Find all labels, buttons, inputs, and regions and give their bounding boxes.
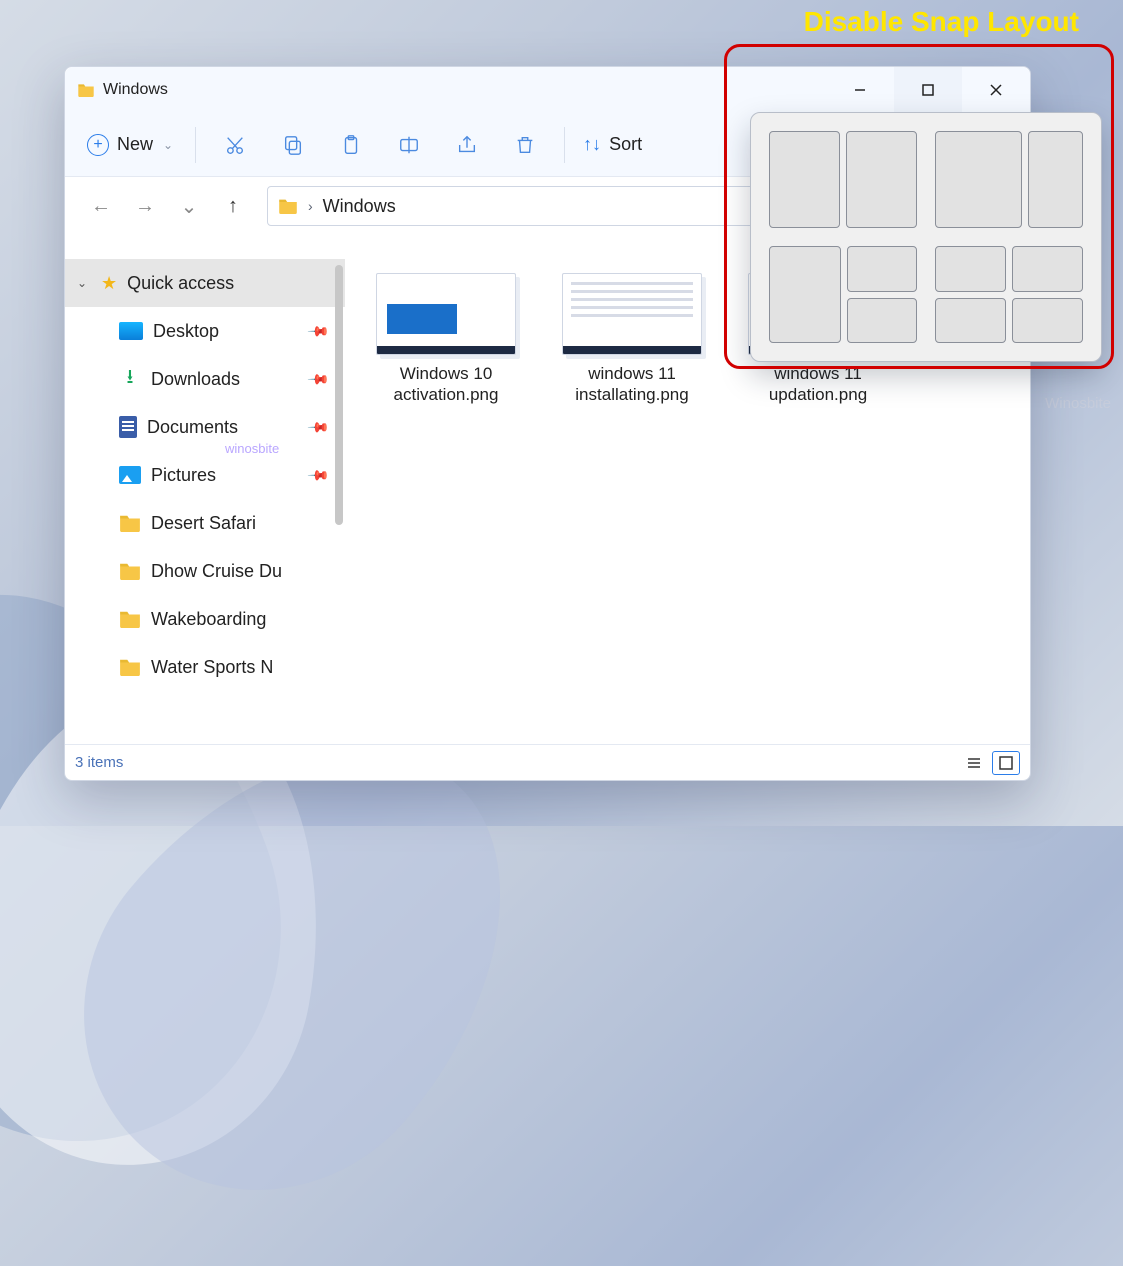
file-name: Windows 10 activation.png bbox=[371, 363, 521, 406]
sidebar-item-pictures[interactable]: Pictures 📌 bbox=[65, 451, 345, 499]
pin-icon: 📌 bbox=[306, 319, 330, 343]
snap-zone bbox=[847, 298, 917, 344]
status-bar: 3 items bbox=[65, 744, 1030, 780]
cut-button[interactable] bbox=[206, 123, 264, 167]
window-title: Windows bbox=[103, 81, 168, 99]
sidebar-item-label: Dhow Cruise Du bbox=[151, 561, 282, 582]
document-icon bbox=[119, 416, 137, 438]
pin-icon: 📌 bbox=[306, 367, 330, 391]
snap-layout-popup bbox=[750, 112, 1102, 362]
star-icon: ★ bbox=[101, 273, 117, 294]
snap-zone bbox=[935, 246, 1006, 292]
forward-button[interactable]: → bbox=[125, 186, 165, 226]
breadcrumb-location[interactable]: Windows bbox=[323, 196, 396, 217]
folder-icon bbox=[77, 83, 95, 97]
snap-zone bbox=[769, 246, 841, 343]
rename-button[interactable] bbox=[380, 123, 438, 167]
share-button[interactable] bbox=[438, 123, 496, 167]
sidebar-item-label: Pictures bbox=[151, 465, 216, 486]
recent-locations-button[interactable]: ⌄ bbox=[169, 186, 209, 226]
new-button-label: New bbox=[117, 134, 153, 155]
desktop-icon bbox=[119, 322, 143, 340]
pictures-icon bbox=[119, 466, 141, 484]
thumbnails-view-button[interactable] bbox=[992, 751, 1020, 775]
sidebar-item-wakeboarding[interactable]: Wakeboarding bbox=[65, 595, 345, 643]
sort-button[interactable]: ↑↓ Sort bbox=[575, 134, 650, 155]
file-thumbnail bbox=[376, 273, 516, 355]
sort-label: Sort bbox=[609, 134, 642, 155]
sidebar-item-label: Downloads bbox=[151, 369, 240, 390]
item-count: 3 items bbox=[75, 754, 123, 771]
download-icon: ⭳ bbox=[119, 368, 141, 390]
navigation-pane: ⌄ ★ Quick access Desktop📌⭳Downloads📌Docu… bbox=[65, 235, 345, 744]
breadcrumb-separator-icon: › bbox=[308, 198, 313, 214]
sidebar-item-label: Desktop bbox=[153, 321, 219, 342]
folder-icon bbox=[119, 514, 141, 532]
watermark-text: winosbite bbox=[225, 441, 279, 456]
snap-zone bbox=[847, 246, 917, 292]
chevron-down-icon: ⌄ bbox=[77, 276, 91, 290]
sidebar-item-label: Wakeboarding bbox=[151, 609, 266, 630]
snap-zone bbox=[846, 131, 917, 228]
maximize-button[interactable] bbox=[894, 67, 962, 113]
pin-icon: 📌 bbox=[306, 463, 330, 487]
snap-layout-option-split-wide[interactable] bbox=[935, 131, 1083, 228]
minimize-button[interactable] bbox=[826, 67, 894, 113]
snap-zone bbox=[1028, 131, 1083, 228]
snap-zone bbox=[935, 131, 1022, 228]
sidebar-item-documents[interactable]: Documents 📌 bbox=[65, 403, 345, 451]
sidebar-item-label: Water Sports N bbox=[151, 657, 273, 678]
window-controls bbox=[826, 67, 1030, 113]
file-thumbnail bbox=[562, 273, 702, 355]
snap-zone bbox=[1012, 298, 1083, 344]
paste-button[interactable] bbox=[322, 123, 380, 167]
sidebar-item-dhow-cruise-du[interactable]: Dhow Cruise Du bbox=[65, 547, 345, 595]
sort-icon: ↑↓ bbox=[583, 134, 601, 155]
sidebar-item-label: Desert Safari bbox=[151, 513, 256, 534]
sidebar-item-water-sports-n[interactable]: Water Sports N bbox=[65, 643, 345, 691]
snap-zone bbox=[935, 298, 1006, 344]
annotation-label: Disable Snap Layout bbox=[804, 6, 1079, 38]
pin-icon: 📌 bbox=[306, 415, 330, 439]
copy-button[interactable] bbox=[264, 123, 322, 167]
file-name: windows 11 updation.png bbox=[743, 363, 893, 406]
sidebar-item-desktop[interactable]: Desktop 📌 bbox=[65, 307, 345, 355]
snap-layout-option-three[interactable] bbox=[769, 246, 917, 343]
sidebar-item-quick-access[interactable]: ⌄ ★ Quick access bbox=[65, 259, 345, 307]
snap-zone bbox=[1012, 246, 1083, 292]
delete-button[interactable] bbox=[496, 123, 554, 167]
file-name: windows 11 installating.png bbox=[557, 363, 707, 406]
sidebar-item-downloads[interactable]: ⭳ Downloads 📌 bbox=[65, 355, 345, 403]
scrollbar-thumb[interactable] bbox=[335, 265, 343, 525]
snap-layout-option-quad[interactable] bbox=[935, 246, 1083, 343]
separator bbox=[195, 127, 196, 163]
plus-circle-icon: + bbox=[87, 134, 109, 156]
folder-icon bbox=[119, 562, 141, 580]
details-view-button[interactable] bbox=[960, 751, 988, 775]
close-button[interactable] bbox=[962, 67, 1030, 113]
folder-icon bbox=[119, 610, 141, 628]
file-item[interactable]: Windows 10 activation.png bbox=[371, 273, 521, 406]
titlebar[interactable]: Windows bbox=[65, 67, 1030, 113]
new-button[interactable]: + New ⌄ bbox=[75, 128, 185, 162]
snap-zone bbox=[769, 131, 840, 228]
chevron-down-icon: ⌄ bbox=[163, 138, 173, 152]
separator bbox=[564, 127, 565, 163]
file-item[interactable]: windows 11 installating.png bbox=[557, 273, 707, 406]
folder-icon bbox=[278, 198, 298, 214]
sidebar-item-label: Quick access bbox=[127, 273, 234, 294]
sidebar-item-label: Documents bbox=[147, 417, 238, 438]
up-button[interactable]: ↑ bbox=[213, 186, 253, 226]
folder-icon bbox=[119, 658, 141, 676]
snap-layout-option-split-half[interactable] bbox=[769, 131, 917, 228]
sidebar-item-desert-safari[interactable]: Desert Safari bbox=[65, 499, 345, 547]
back-button[interactable]: ← bbox=[81, 186, 121, 226]
watermark-text: Winosbite bbox=[1045, 395, 1111, 412]
